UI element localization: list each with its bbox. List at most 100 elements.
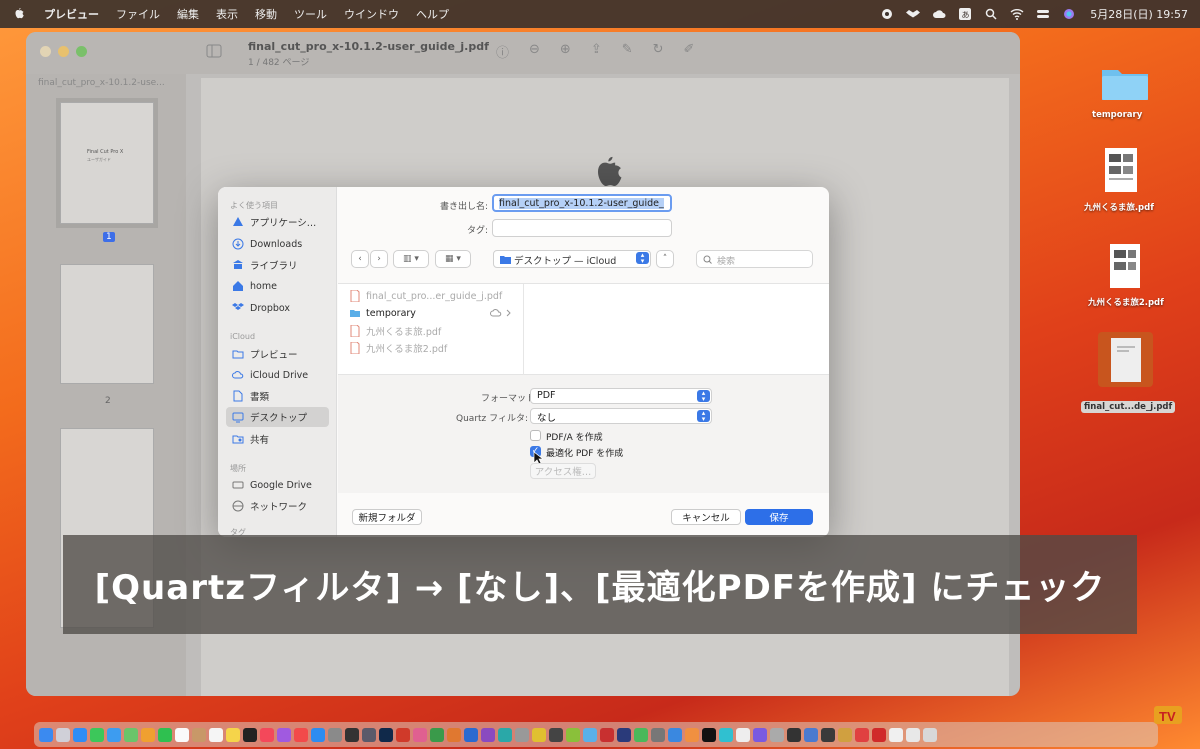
app-icon-blue[interactable] [464,727,478,742]
safari-icon[interactable] [73,727,87,742]
expand-collapse-button[interactable]: ˄ [656,250,674,268]
app-icon-pink[interactable] [413,727,427,742]
pdf-file-icon[interactable] [1109,336,1143,384]
sidebar-item-icloud-drive[interactable]: iCloud Drive [226,365,329,385]
share-icon[interactable]: ⇪ [591,42,602,61]
input-method-icon[interactable]: あ [958,8,972,20]
folder-icon[interactable] [1100,62,1150,102]
menu-edit[interactable]: 編集 [177,6,199,22]
list-item[interactable]: temporary [350,307,416,319]
app-icon-teal[interactable] [498,727,512,742]
launchpad-icon[interactable] [56,727,70,742]
sidebar-item-google-drive[interactable]: Google Drive [226,475,329,495]
view-mode-columns-button[interactable]: ▥ ▾ [393,250,429,268]
sidebar-item-shared[interactable]: 共有 [226,429,329,449]
desktop-label-temporary[interactable]: temporary [1092,110,1142,120]
sidebar-item-dropbox[interactable]: Dropbox [226,298,329,318]
contacts-icon[interactable] [192,727,206,742]
list-item[interactable]: final_cut_pro...er_guide_j.pdf [350,290,502,302]
messages-icon[interactable] [90,727,104,742]
sidebar-toggle-icon[interactable] [206,44,222,58]
trash-icon[interactable] [923,727,937,742]
reminders-icon[interactable] [209,727,223,742]
document-icon[interactable] [889,727,903,742]
app-icon-gold[interactable] [838,727,852,742]
menu-view[interactable]: 表示 [216,6,238,22]
app-icon-blue3[interactable] [804,727,818,742]
app-icon-blue2[interactable] [668,727,682,742]
music-icon[interactable] [260,727,274,742]
desktop-label-final-cut[interactable]: final_cut...de_j.pdf [1081,401,1176,413]
app-icon-red3[interactable] [855,727,869,742]
menu-file[interactable]: ファイル [116,6,160,22]
location-popup[interactable]: デスクトップ — iCloud ▴ ▾ [493,250,651,268]
cloud-icon[interactable] [932,8,946,20]
zoom-button[interactable] [76,46,87,57]
app-icon-purple[interactable] [481,727,495,742]
minimize-button[interactable] [58,46,69,57]
menu-tools[interactable]: ツール [294,6,327,22]
app-icon-white[interactable] [736,727,750,742]
tags-field[interactable] [492,219,672,237]
podcasts-icon[interactable] [277,727,291,742]
app-icon-dark2[interactable] [787,727,801,742]
photoshop-icon[interactable] [379,727,393,742]
sidebar-item-preview[interactable]: プレビュー [226,344,329,364]
optimize-pdf-label[interactable]: 最適化 PDF を作成 [546,446,623,459]
zoom-out-icon[interactable]: ⊖ [529,42,540,61]
desktop-label-kyushu1[interactable]: 九州くるま旅.pdf [1084,201,1154,213]
markup-icon[interactable]: ✎ [622,42,633,61]
column-divider[interactable] [523,284,524,376]
chatgpt-icon[interactable] [345,727,359,742]
app-store-icon[interactable] [311,727,325,742]
settings-icon[interactable] [328,727,342,742]
close-button[interactable] [40,46,51,57]
cancel-button[interactable]: キャンセル [671,509,741,525]
sidebar-item-network[interactable]: ネットワーク [226,496,329,516]
control-center-icon[interactable] [1036,8,1050,20]
calendar-icon[interactable] [175,727,189,742]
tv-icon[interactable] [243,727,257,742]
finder-icon[interactable] [39,727,53,742]
save-button[interactable]: 保存 [745,509,813,525]
dropbox-icon[interactable] [906,8,921,20]
maps-icon[interactable] [124,727,138,742]
rotate-icon[interactable]: ↻ [653,42,664,61]
app-icon-gray[interactable] [515,727,529,742]
app-icon-red[interactable] [396,727,410,742]
photos-icon[interactable] [141,727,155,742]
app-icon-orange[interactable] [447,727,461,742]
app-icon-dark3[interactable] [821,727,835,742]
highlight-icon[interactable]: ✐ [684,42,695,61]
list-item[interactable]: 九州くるま旅2.pdf [350,341,447,355]
pdf-file-icon[interactable] [1103,146,1139,194]
list-item[interactable]: 九州くるま旅.pdf [350,324,441,338]
access-permissions-button[interactable]: アクセス権… [530,463,596,479]
page-thumbnail[interactable]: Final Cut Pro X ユーザガイド [56,98,158,228]
app-icon-navy[interactable] [617,727,631,742]
page-thumbnail[interactable] [60,264,154,384]
pdf-file-icon[interactable] [1108,242,1142,290]
pdfa-label[interactable]: PDF/A を作成 [546,430,603,443]
finalcut-icon[interactable] [362,727,376,742]
menu-help[interactable]: ヘルプ [416,6,449,22]
app-icon-yellow[interactable] [532,727,546,742]
wifi-icon[interactable] [1010,8,1024,20]
sidebar-item-desktop[interactable]: デスクトップ [226,407,329,427]
search-input[interactable]: 検索 [696,250,813,268]
back-button[interactable]: ‹ [351,250,369,268]
app-icon-green[interactable] [430,727,444,742]
export-name-field[interactable]: final_cut_pro_x-10.1.2-user_guide_ [492,194,672,212]
app-icon-black[interactable] [702,727,716,742]
app-icon-violet[interactable] [753,727,767,742]
sidebar-item-home[interactable]: home [226,276,329,296]
notes-icon[interactable] [226,727,240,742]
app-icon-green2[interactable] [634,727,648,742]
menu-app-name[interactable]: プレビュー [44,6,99,22]
app-icon-orange2[interactable] [685,727,699,742]
mail-icon[interactable] [107,727,121,742]
menu-go[interactable]: 移動 [255,6,277,22]
apple-icon[interactable] [12,7,26,21]
info-icon[interactable]: ⓘ [496,42,509,61]
menu-window[interactable]: ウインドウ [344,6,399,22]
